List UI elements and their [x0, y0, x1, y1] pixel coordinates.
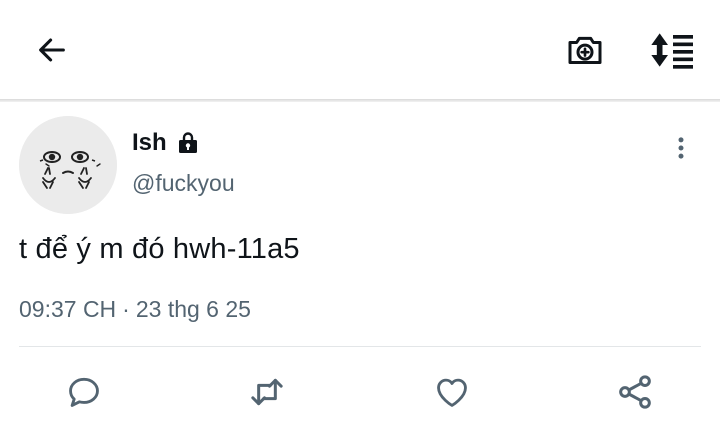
more-vertical-icon [678, 137, 684, 159]
sort-button[interactable] [646, 26, 700, 74]
arrow-left-icon [39, 38, 65, 62]
top-bar [0, 0, 720, 100]
lock-icon [178, 132, 197, 153]
display-name[interactable]: Ish [132, 129, 167, 157]
user-handle[interactable]: @fuckyou [132, 170, 235, 197]
actions-divider [19, 346, 701, 347]
avatar-image [19, 116, 117, 214]
reply-icon [69, 377, 99, 407]
tweet-text: t để ý m đó hwh-11a5 [19, 233, 300, 265]
tweet-date: 23 thg 6 25 [135, 296, 251, 322]
retweet-button[interactable] [245, 370, 289, 414]
meta-separator: · [122, 296, 130, 322]
camera-plus-icon [568, 36, 602, 64]
share-button[interactable] [613, 370, 657, 414]
like-button[interactable] [430, 370, 474, 414]
back-button[interactable] [30, 28, 74, 72]
retweet-icon [251, 378, 283, 406]
avatar[interactable] [19, 116, 117, 214]
reply-button[interactable] [62, 370, 106, 414]
tweet-meta: 09:37 CH · 23 thg 6 25 [19, 296, 251, 323]
more-options-button[interactable] [666, 133, 696, 163]
like-icon [437, 378, 467, 407]
sort-lines-icon [651, 33, 693, 69]
author-row[interactable]: Ish [132, 128, 200, 158]
tweet-time: 09:37 CH [19, 296, 117, 322]
header-divider [0, 99, 720, 102]
share-icon [619, 375, 651, 409]
camera-button[interactable] [561, 26, 609, 74]
